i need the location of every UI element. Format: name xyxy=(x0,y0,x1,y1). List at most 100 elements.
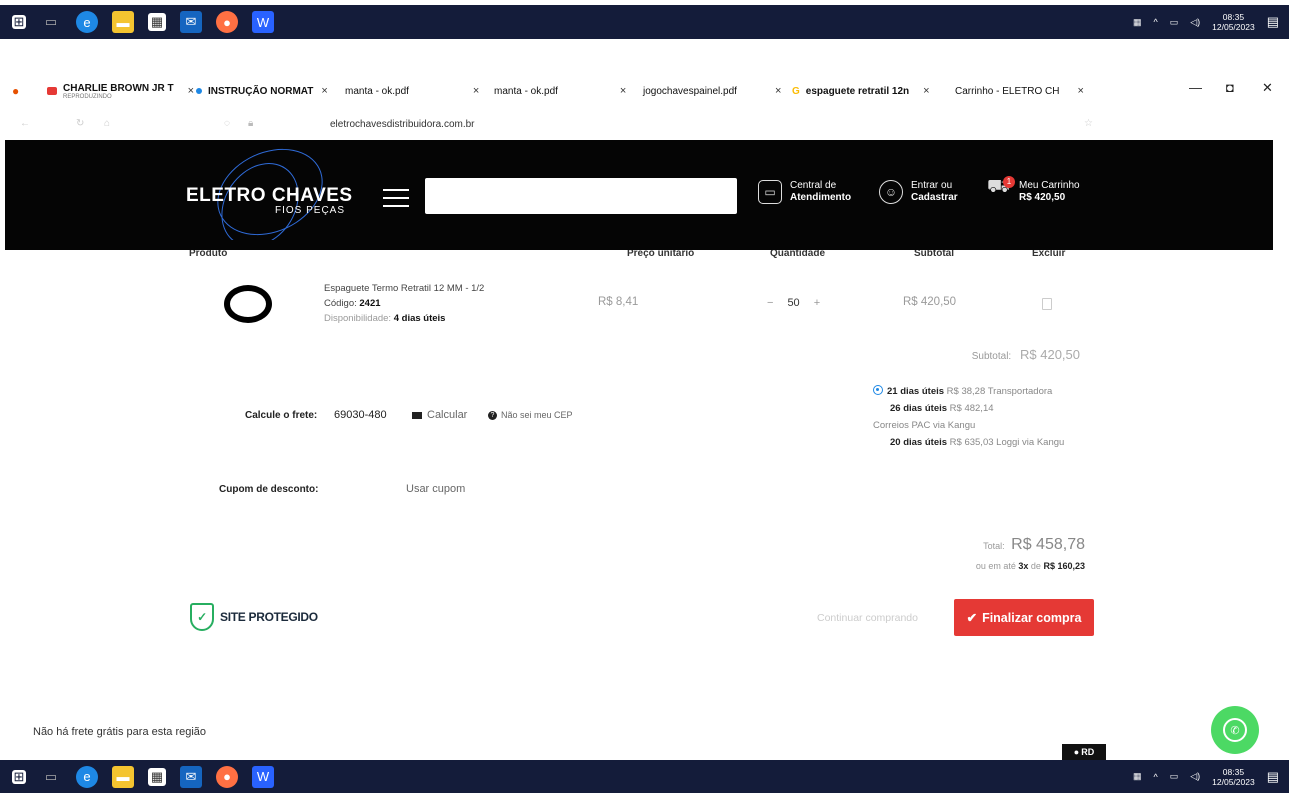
chevron-up-icon[interactable]: ^ xyxy=(1153,17,1157,27)
url-text[interactable]: eletrochavesdistribuidora.com.br xyxy=(330,119,475,130)
shipping-option-1[interactable]: 21 dias úteis R$ 38,28 Transportadora xyxy=(873,383,1064,400)
rd-station-badge[interactable]: ● RD xyxy=(1062,744,1106,760)
task-view-icon[interactable]: ▭ xyxy=(40,11,62,33)
back-icon[interactable]: ← xyxy=(20,118,30,129)
mail-icon[interactable]: ✉ xyxy=(180,11,202,33)
notification-icon[interactable]: ▤ xyxy=(1267,14,1279,30)
firefox-icon[interactable]: ● xyxy=(216,11,238,33)
network-icon[interactable]: ▭ xyxy=(1170,17,1179,28)
cart-link[interactable]: ⛟ 1 Meu Carrinho R$ 420,50 xyxy=(987,176,1080,204)
word-icon[interactable]: W xyxy=(252,765,274,788)
clock-date: 12/05/2023 xyxy=(1212,22,1255,32)
continue-shopping-link[interactable]: Continuar comprando xyxy=(817,612,918,624)
mail-icon[interactable]: ✉ xyxy=(180,765,202,788)
finalize-purchase-button[interactable]: ✔ Finalizar compra xyxy=(954,599,1094,636)
network-icon[interactable]: ▭ xyxy=(1170,771,1179,782)
notification-icon[interactable]: ▤ xyxy=(1267,769,1279,785)
windows-start-icon[interactable]: ⊞ xyxy=(12,14,26,29)
support-link[interactable]: ▭ Central de Atendimento xyxy=(758,180,851,204)
edge-icon[interactable]: e xyxy=(76,765,98,788)
tab-close-icon[interactable]: × xyxy=(321,85,327,97)
qty-increase-button[interactable]: + xyxy=(814,297,820,309)
no-free-shipping-notice: Não há frete grátis para esta região xyxy=(33,726,207,738)
mic-icon: ● xyxy=(1073,747,1080,757)
option-2-price: R$ 482,14 xyxy=(949,403,994,414)
chevron-up-icon[interactable]: ^ xyxy=(1153,772,1157,782)
lock-icon[interactable]: 🔒︎ xyxy=(248,118,253,129)
tab-close-icon[interactable]: × xyxy=(620,85,626,97)
tab-close-icon[interactable]: × xyxy=(1077,85,1083,97)
volume-icon[interactable]: ◁) xyxy=(1190,771,1200,782)
word-icon[interactable]: W xyxy=(252,11,274,33)
tab-close-icon[interactable]: × xyxy=(473,85,479,97)
product-image[interactable] xyxy=(224,285,272,323)
tab-close-icon[interactable]: × xyxy=(923,85,929,97)
shipping-option-2[interactable]: 26 dias úteis R$ 482,14 xyxy=(873,400,1064,417)
whatsapp-icon: ✆ xyxy=(1223,718,1247,742)
keyboard-icon[interactable]: ▦ xyxy=(1133,17,1142,28)
radio-selected-icon[interactable] xyxy=(873,385,883,395)
home-icon[interactable]: ⌂ xyxy=(104,118,110,129)
tab-instrucao[interactable]: INSTRUÇÃO NORMAT × xyxy=(196,78,328,104)
secure-label: SITE PROTEGIDO xyxy=(220,610,318,624)
tab-manta-2[interactable]: manta - ok.pdf × xyxy=(494,78,626,104)
store-icon[interactable]: ▦ xyxy=(148,13,166,31)
availability-value: 4 dias úteis xyxy=(393,313,446,324)
account-line1: Entrar ou xyxy=(911,180,953,191)
unknown-cep-link[interactable]: ? Não sei meu CEP xyxy=(488,410,573,420)
file-explorer-icon[interactable]: ▬ xyxy=(112,11,134,33)
installments: ou em até 3x de R$ 160,23 xyxy=(976,561,1085,571)
store-icon[interactable]: ▦ xyxy=(148,767,166,786)
whatsapp-button[interactable]: ✆ xyxy=(1211,706,1259,754)
volume-icon[interactable]: ◁) xyxy=(1190,17,1200,28)
site-header: ELETRO CHAVES FIOS PEÇAS ▭ Central de At… xyxy=(5,132,1273,262)
product-name[interactable]: Espaguete Termo Retratil 12 MM - 1/2 xyxy=(324,281,484,296)
tab-close-icon[interactable]: × xyxy=(775,85,781,97)
qty-value[interactable]: 50 xyxy=(787,297,799,309)
tab-espaguete[interactable]: G espaguete retratil 12n × xyxy=(792,78,930,104)
close-window-icon[interactable]: ✕ xyxy=(1262,80,1273,96)
site-logo[interactable]: ELETRO CHAVES xyxy=(186,185,353,207)
clock[interactable]: 08:35 12/05/2023 xyxy=(1212,12,1255,32)
reload-icon[interactable]: ↻ xyxy=(76,118,84,129)
calculate-button[interactable]: Calcular xyxy=(412,409,467,421)
minimize-icon[interactable]: — xyxy=(1189,80,1202,95)
shield-privacy-icon[interactable]: ◌ xyxy=(224,118,230,129)
unit-price: R$ 8,41 xyxy=(598,296,639,308)
product-code-label: Código: xyxy=(324,298,357,309)
cep-input[interactable]: 69030-480 xyxy=(334,409,387,421)
firefox-view-icon: ● xyxy=(12,84,20,98)
qty-decrease-button[interactable]: − xyxy=(767,297,773,309)
bookmark-star-icon[interactable]: ☆ xyxy=(1084,118,1093,129)
tab-instrucao-label: INSTRUÇÃO NORMAT xyxy=(208,85,314,97)
menu-icon[interactable] xyxy=(383,189,409,207)
trash-icon[interactable] xyxy=(1042,298,1052,310)
use-coupon-link[interactable]: Usar cupom xyxy=(406,483,465,495)
keyboard-icon[interactable]: ▦ xyxy=(1133,771,1142,782)
tab-firefox-view[interactable]: ● xyxy=(12,78,19,104)
restore-icon[interactable]: ◘ xyxy=(1226,80,1234,95)
availability-label: Disponibilidade: xyxy=(324,313,392,324)
search-input[interactable] xyxy=(425,178,737,214)
account-link[interactable]: ☺ Entrar ou Cadastrar xyxy=(879,180,958,204)
subtotal-value: R$ 420,50 xyxy=(1020,347,1080,362)
option-3-days: 20 dias úteis xyxy=(890,437,948,448)
tab-manta-1[interactable]: manta - ok.pdf × xyxy=(345,78,479,104)
task-view-icon[interactable]: ▭ xyxy=(40,766,62,788)
tab-manta-2-label: manta - ok.pdf xyxy=(494,85,558,97)
option-3-carrier: Loggi via Kangu xyxy=(996,437,1065,448)
tab-youtube[interactable]: CHARLIE BROWN JR T REPRODUZINDO × xyxy=(47,78,194,104)
file-explorer-icon[interactable]: ▬ xyxy=(112,765,134,788)
tab-close-icon[interactable]: × xyxy=(188,85,194,97)
firefox-icon[interactable]: ● xyxy=(216,765,238,788)
shipping-option-3[interactable]: 20 dias úteis R$ 635,03 Loggi via Kangu xyxy=(873,434,1064,451)
browser-tab-strip: ● CHARLIE BROWN JR T REPRODUZINDO × INST… xyxy=(0,78,1289,104)
edge-icon[interactable]: e xyxy=(76,11,98,33)
windows-start-icon[interactable]: ⊞ xyxy=(12,769,26,784)
support-line2: Atendimento xyxy=(790,192,852,203)
system-tray: ▦ ^ ▭ ◁) 08:35 12/05/2023 ▤ xyxy=(1133,760,1279,793)
cart-line1: Meu Carrinho xyxy=(1019,180,1080,191)
clock[interactable]: 08:35 12/05/2023 xyxy=(1212,767,1255,787)
tab-carrinho[interactable]: Carrinho - ELETRO CH × xyxy=(955,78,1084,104)
tab-jogochaves[interactable]: jogochavespainel.pdf × xyxy=(643,78,781,104)
